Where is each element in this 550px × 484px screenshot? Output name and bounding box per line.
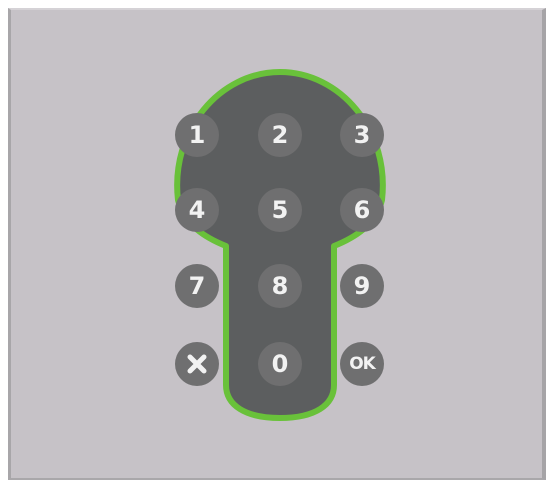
clear-button[interactable] [175,342,219,386]
key-1[interactable]: 1 [175,113,219,157]
keyhole-shape [174,69,386,421]
key-7[interactable]: 7 [175,264,219,308]
key-6[interactable]: 6 [340,188,384,232]
key-8[interactable]: 8 [258,264,302,308]
key-4[interactable]: 4 [175,188,219,232]
ok-button[interactable]: OK [340,342,384,386]
key-5[interactable]: 5 [258,188,302,232]
key-9[interactable]: 9 [340,264,384,308]
key-2[interactable]: 2 [258,113,302,157]
key-3[interactable]: 3 [340,113,384,157]
key-0[interactable]: 0 [258,342,302,386]
close-icon [187,354,207,374]
